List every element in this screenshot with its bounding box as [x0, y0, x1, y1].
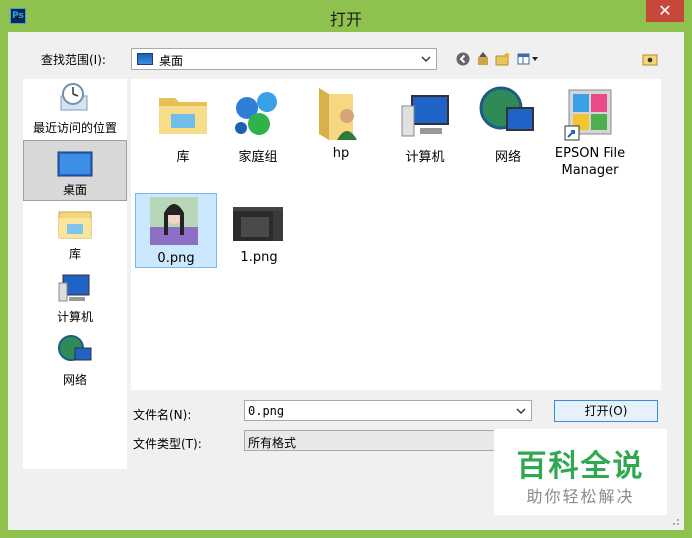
list-item[interactable]: 1.png: [218, 193, 300, 268]
filetype-value: 所有格式: [248, 436, 297, 450]
back-icon[interactable]: [455, 51, 471, 67]
view-menu-icon[interactable]: [517, 51, 541, 67]
list-item[interactable]: EPSON File Manager: [549, 84, 631, 184]
look-in-label: 查找范围(I):: [41, 53, 106, 67]
sidebar-item-desktop[interactable]: 桌面: [23, 140, 127, 201]
computer-icon: [401, 95, 449, 137]
chevron-down-icon: [421, 56, 431, 62]
list-item[interactable]: 0.png: [135, 193, 217, 268]
open-button[interactable]: 打开(O): [554, 400, 658, 422]
user-folder-icon: [319, 88, 357, 140]
list-item[interactable]: 家庭组: [217, 84, 299, 174]
title-bar[interactable]: Ps 打开 ✕: [0, 0, 692, 32]
libraries-folder-icon: [159, 98, 207, 134]
network-icon: [58, 335, 92, 361]
filetype-dropdown[interactable]: 所有格式: [244, 430, 499, 451]
watermark-subtitle: 助你轻松解决: [526, 487, 635, 506]
list-item[interactable]: 计算机: [384, 84, 466, 174]
network-icon: [479, 86, 534, 131]
sidebar-item-label: 网络: [62, 373, 87, 387]
file-name: Manager: [561, 163, 619, 178]
sidebar-item-label: 计算机: [56, 310, 93, 324]
close-button[interactable]: ✕: [646, 0, 684, 22]
window-title: 打开: [329, 10, 362, 29]
watermark-title: 百科全说: [516, 449, 645, 484]
file-name: 1.png: [240, 250, 278, 265]
sidebar-item-label: 最近访问的位置: [32, 121, 117, 135]
resize-grip-icon[interactable]: [670, 516, 680, 526]
look-in-dropdown[interactable]: 桌面: [131, 48, 437, 70]
filetype-label: 文件类型(T):: [133, 437, 202, 451]
computer-icon: [58, 274, 90, 302]
new-folder-icon[interactable]: [495, 51, 511, 67]
sidebar-item-libraries[interactable]: 库: [23, 204, 127, 264]
image-thumbnail-icon: [150, 197, 198, 245]
file-name: EPSON File: [554, 146, 626, 161]
chevron-down-icon[interactable]: [516, 406, 526, 416]
places-bar: 最近访问的位置 桌面 库 计算机 网络: [23, 79, 127, 469]
filename-label: 文件名(N):: [133, 408, 192, 422]
sidebar-item-label: 库: [68, 247, 81, 261]
list-item[interactable]: hp: [300, 84, 382, 174]
filename-value: 0.png: [248, 404, 285, 418]
file-list[interactable]: 库 家庭组 hp 计算机 网络 EPSON File Manager 0.png…: [131, 79, 661, 390]
up-folder-icon[interactable]: [475, 51, 491, 67]
homegroup-icon: [235, 92, 277, 135]
sidebar-item-label: 桌面: [62, 183, 87, 197]
libraries-icon: [58, 211, 92, 239]
folder-star-icon[interactable]: [642, 51, 658, 67]
close-icon: ✕: [658, 1, 672, 20]
desktop-icon: [57, 151, 93, 177]
open-dialog: Ps 打开 ✕ 查找范围(I): 桌面 最近访问的位置 桌面 库 计算机 网络 …: [0, 0, 692, 538]
desktop-icon: [137, 53, 153, 65]
dialog-body: 查找范围(I): 桌面 最近访问的位置 桌面 库 计算机 网络 库 家庭组 hp…: [8, 32, 684, 530]
watermark: 百科全说 助你轻松解决: [494, 429, 667, 515]
epson-shortcut-icon: [564, 89, 612, 141]
image-thumbnail-icon: [233, 207, 283, 241]
look-in-value: 桌面: [159, 54, 184, 68]
sidebar-item-network[interactable]: 网络: [23, 330, 127, 390]
list-item[interactable]: 网络: [467, 84, 549, 174]
recent-places-icon: [60, 83, 88, 111]
sidebar-item-recent[interactable]: 最近访问的位置: [23, 79, 127, 137]
sidebar-item-computer[interactable]: 计算机: [23, 267, 127, 327]
filename-input[interactable]: 0.png: [244, 400, 532, 421]
